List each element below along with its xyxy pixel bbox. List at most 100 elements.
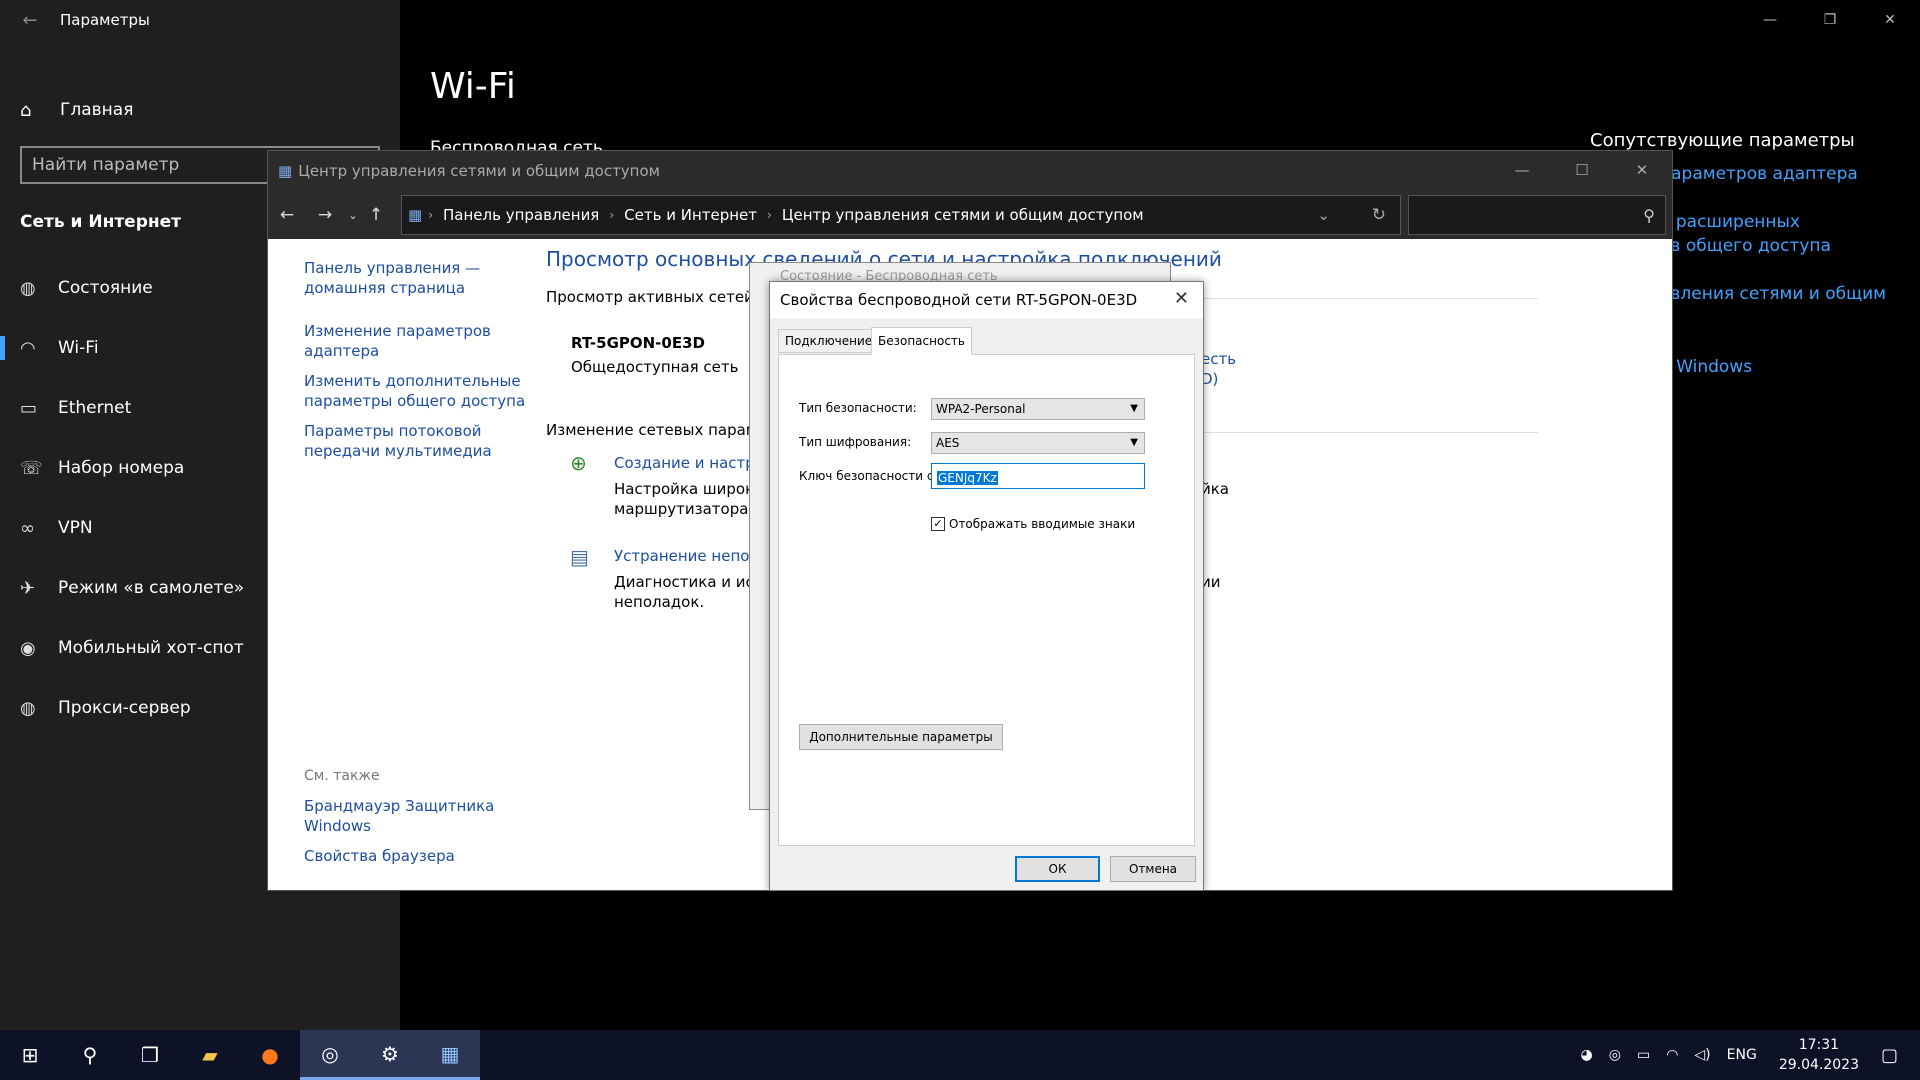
- sidebar-item-label: Мобильный хот-спот: [58, 638, 244, 658]
- show-characters-checkbox[interactable]: ✓ Отображать вводимые знаки: [931, 517, 1135, 531]
- clock[interactable]: 17:31 29.04.2023: [1779, 1035, 1859, 1075]
- related-link-adapter[interactable]: параметров адаптера: [1660, 164, 1858, 184]
- date: 29.04.2023: [1778, 1057, 1859, 1073]
- link-firewall-2[interactable]: Windows: [304, 816, 371, 836]
- show-characters-label: Отображать вводимые знаки: [949, 517, 1136, 531]
- notification-icon[interactable]: ▢: [1881, 1045, 1898, 1066]
- sidebar-item-label: Набор номера: [58, 458, 185, 478]
- start-icon[interactable]: ⊞: [0, 1030, 60, 1080]
- close-icon[interactable]: ✕: [1860, 0, 1920, 40]
- link-firewall-1[interactable]: Брандмауэр Защитника: [304, 796, 494, 816]
- task-view-icon[interactable]: ❒: [120, 1030, 180, 1080]
- settings-window-controls: — ❐ ✕: [1740, 0, 1920, 40]
- chevron-down-icon: ▼: [1130, 437, 1138, 448]
- home-nav-item[interactable]: ⌂ Главная: [0, 88, 400, 132]
- wireless-properties-dialog: Свойства беспроводной сети RT-5GPON-0E3D…: [769, 281, 1204, 891]
- link-cp-home-1[interactable]: Панель управления —: [304, 258, 480, 278]
- back-arrow-icon[interactable]: ←: [0, 10, 60, 31]
- ok-button[interactable]: ОК: [1015, 856, 1100, 882]
- security-panel: Тип безопасности: WPA2-Personal ▼ Тип ши…: [778, 354, 1195, 846]
- advanced-settings-button[interactable]: Дополнительные параметры: [799, 724, 1003, 750]
- link-streaming-1[interactable]: Параметры потоковой: [304, 421, 482, 441]
- up-arrow-icon[interactable]: ↑: [362, 205, 390, 225]
- minimize-icon[interactable]: —: [1740, 0, 1800, 40]
- security-key-input[interactable]: GENJq7Kz: [931, 463, 1145, 489]
- breadcrumb-control-panel[interactable]: Панель управления: [443, 206, 599, 224]
- sidebar-item-label: Режим «в самолете»: [58, 578, 245, 598]
- link-sharing-1[interactable]: Изменить дополнительные: [304, 371, 521, 391]
- encryption-type-select[interactable]: AES ▼: [931, 432, 1145, 454]
- close-icon[interactable]: ✕: [1174, 288, 1189, 309]
- time: 17:31: [1798, 1037, 1840, 1053]
- network-center-icon: ▦: [278, 162, 293, 180]
- settings-icon[interactable]: ⚙: [360, 1030, 420, 1080]
- steam-icon[interactable]: ◎: [300, 1030, 360, 1080]
- text-fragment: йка: [1201, 480, 1230, 498]
- network-name: RT-5GPON-0E3D: [571, 334, 705, 352]
- troubleshoot-desc-2: неполадок.: [614, 593, 705, 611]
- related-link-sharing[interactable]: ов общего доступа: [1660, 236, 1831, 256]
- cp-search-input[interactable]: ⚲: [1408, 195, 1666, 235]
- volume-icon[interactable]: ◁): [1694, 1047, 1710, 1063]
- wifi-icon[interactable]: ◠: [1666, 1047, 1678, 1063]
- new-connection-icon: ⊕: [570, 451, 587, 475]
- link-adapter-2[interactable]: адаптера: [304, 341, 379, 361]
- back-arrow-icon[interactable]: ←: [268, 205, 306, 225]
- recent-dropdown-icon[interactable]: ⌄: [344, 209, 362, 222]
- forward-arrow-icon[interactable]: →: [306, 205, 344, 225]
- airplane-icon: ✈: [20, 577, 36, 599]
- firefox-icon[interactable]: ●: [240, 1030, 300, 1080]
- chevron-down-icon[interactable]: ⌄: [1317, 206, 1330, 224]
- related-settings-title: Сопутствующие параметры: [1590, 130, 1855, 151]
- link-browser-props[interactable]: Свойства браузера: [304, 846, 455, 866]
- tab-security[interactable]: Безопасность: [871, 327, 972, 355]
- cp-titlebar: ▦ Центр управления сетями и общим доступ…: [268, 151, 1672, 191]
- related-link-advanced[interactable]: е расширенных: [1660, 212, 1800, 232]
- page-title: Wi-Fi: [430, 66, 516, 107]
- encryption-type-value: AES: [936, 436, 960, 450]
- link-sharing-2[interactable]: параметры общего доступа: [304, 391, 525, 411]
- troubleshoot-icon: ▤: [570, 545, 589, 569]
- address-bar[interactable]: ▦ › Панель управления › Сеть и Интернет …: [401, 195, 1401, 235]
- link-troubleshoot[interactable]: Устранение непола: [614, 547, 768, 565]
- change-settings-label: Изменение сетевых парамет: [546, 421, 776, 439]
- breadcrumb-network-center[interactable]: Центр управления сетями и общим доступом: [782, 206, 1144, 224]
- related-link-firewall[interactable]: р Windows: [1660, 357, 1752, 377]
- minimize-icon[interactable]: —: [1492, 151, 1552, 189]
- system-tray: ◕ ◎ ▭ ◠ ◁) ENG 17:31 29.04.2023 ▢: [1573, 1030, 1920, 1080]
- network-type: Общедоступная сеть: [571, 358, 739, 376]
- network-center-icon: ▦: [408, 206, 423, 224]
- dialog-title: Свойства беспроводной сети RT-5GPON-0E3D: [780, 291, 1138, 309]
- sidebar-item-label: VPN: [58, 518, 93, 538]
- language-indicator[interactable]: ENG: [1727, 1047, 1757, 1063]
- battery-icon[interactable]: ▭: [1637, 1047, 1650, 1063]
- file-explorer-icon[interactable]: ▰: [180, 1030, 240, 1080]
- discord-icon[interactable]: ◕: [1581, 1047, 1593, 1063]
- hotspot-icon: ◉: [20, 637, 36, 659]
- globe-icon: ◍: [20, 697, 36, 719]
- close-icon[interactable]: ✕: [1612, 151, 1672, 189]
- search-icon[interactable]: ⚲: [60, 1030, 120, 1080]
- chevron-right-icon: ›: [767, 208, 772, 222]
- maximize-icon[interactable]: ☐: [1552, 151, 1612, 189]
- link-adapter-1[interactable]: Изменение параметров: [304, 321, 491, 341]
- cancel-button[interactable]: Отмена: [1110, 856, 1196, 882]
- link-cp-home-2[interactable]: домашняя страница: [304, 278, 465, 298]
- link-streaming-2[interactable]: передачи мультимедиа: [304, 441, 492, 461]
- control-panel-icon[interactable]: ▦: [420, 1030, 480, 1080]
- cp-title-text: Центр управления сетями и общим доступом: [298, 162, 660, 180]
- chevron-right-icon: ›: [428, 208, 433, 222]
- security-type-value: WPA2-Personal: [936, 402, 1026, 416]
- search-placeholder: Найти параметр: [32, 155, 180, 175]
- related-link-network-center[interactable]: авления сетями и общим: [1660, 284, 1886, 304]
- tab-connection[interactable]: Подключение: [778, 329, 880, 353]
- dialog-titlebar: Свойства беспроводной сети RT-5GPON-0E3D…: [770, 282, 1203, 318]
- refresh-icon[interactable]: ↻: [1372, 205, 1386, 225]
- security-key-value: GENJq7Kz: [937, 471, 998, 485]
- breadcrumb-network-internet[interactable]: Сеть и Интернет: [624, 206, 757, 224]
- encryption-type-label: Тип шифрования:: [799, 435, 912, 449]
- link-fragment[interactable]: есть: [1201, 350, 1236, 368]
- steam-tray-icon[interactable]: ◎: [1609, 1047, 1621, 1063]
- restore-icon[interactable]: ❐: [1800, 0, 1860, 40]
- security-type-select[interactable]: WPA2-Personal ▼: [931, 398, 1145, 420]
